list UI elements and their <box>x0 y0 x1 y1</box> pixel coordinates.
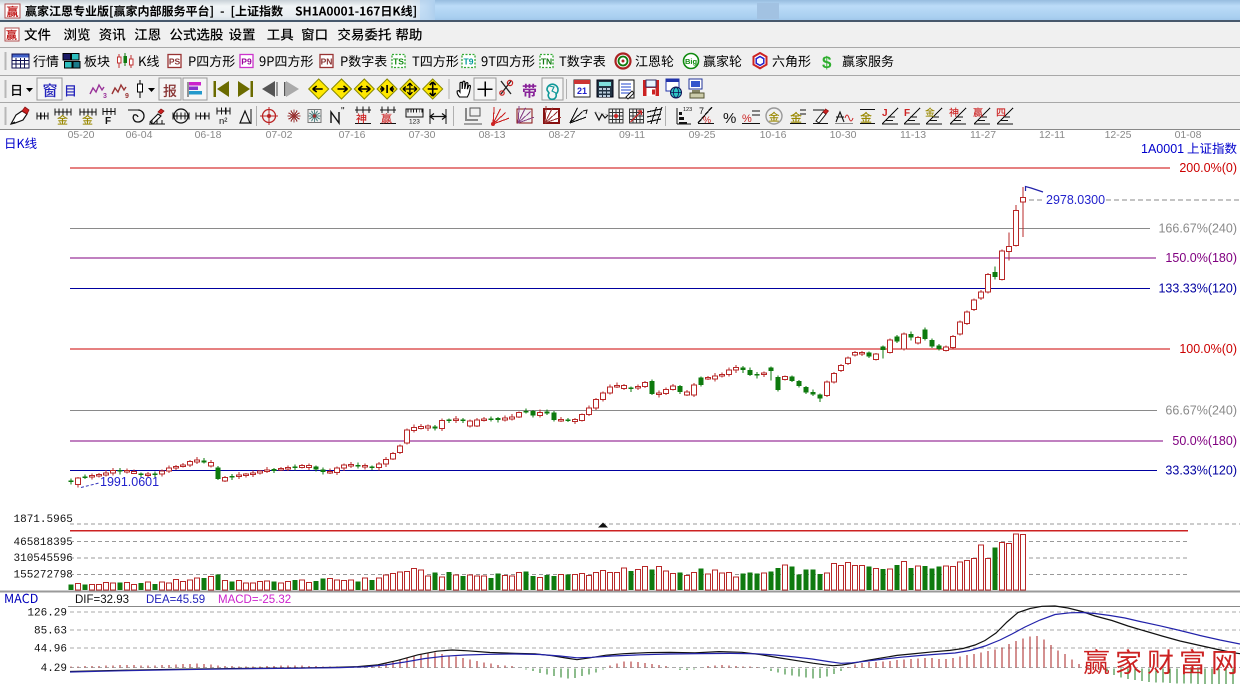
svg-text:07-02: 07-02 <box>266 129 293 141</box>
svg-text:126.29: 126.29 <box>27 608 67 620</box>
svg-text:08-13: 08-13 <box>479 129 506 141</box>
svg-text:T9: T9 <box>464 57 474 67</box>
svg-text:465818395: 465818395 <box>14 537 73 549</box>
svg-text:133.33%(120): 133.33%(120) <box>1158 282 1237 296</box>
svg-text:PN: PN <box>321 57 333 67</box>
svg-text:166.67%(240): 166.67%(240) <box>1158 222 1237 236</box>
svg-text:n²: n² <box>219 116 227 127</box>
svg-text:06-04: 06-04 <box>126 129 153 141</box>
svg-text:1991.0601: 1991.0601 <box>100 475 159 489</box>
svg-text:21: 21 <box>577 86 587 96</box>
svg-text:06-18: 06-18 <box>195 129 222 141</box>
svg-text:12-11: 12-11 <box>1039 129 1065 141</box>
svg-text:F: F <box>105 116 111 127</box>
svg-text:1A0001: 1A0001 <box>1141 142 1184 156</box>
svg-text:TS: TS <box>393 57 404 67</box>
svg-text:MACD=-25.32: MACD=-25.32 <box>218 594 291 606</box>
svg-text:66.67%(240): 66.67%(240) <box>1165 404 1237 418</box>
svg-text:Big: Big <box>685 57 698 66</box>
svg-text:85.63: 85.63 <box>34 626 67 638</box>
svg-text:PS: PS <box>169 57 181 67</box>
svg-text:50.0%(180): 50.0%(180) <box>1172 434 1237 448</box>
svg-text:33.33%(120): 33.33%(120) <box>1165 464 1237 478</box>
svg-text:07-16: 07-16 <box>339 129 366 141</box>
svg-text:F: F <box>904 108 910 119</box>
svg-text:10-30: 10-30 <box>830 129 857 141</box>
svg-text:%: % <box>723 110 736 127</box>
svg-text:08-27: 08-27 <box>549 129 576 141</box>
svg-text:150.0%(180): 150.0%(180) <box>1165 251 1237 265</box>
svg-text:123: 123 <box>409 119 420 126</box>
svg-text:200.0%(0): 200.0%(0) <box>1179 161 1237 175</box>
svg-text:10-16: 10-16 <box>760 129 787 141</box>
svg-text:P9: P9 <box>241 57 252 67</box>
svg-text:123: 123 <box>683 107 692 113</box>
svg-text:1871.5965: 1871.5965 <box>14 514 73 526</box>
svg-text:": " <box>341 106 345 117</box>
svg-text:09-25: 09-25 <box>689 129 716 141</box>
svg-text:11-13: 11-13 <box>900 129 926 141</box>
svg-text:$: $ <box>822 53 832 72</box>
svg-text:9: 9 <box>125 93 129 100</box>
svg-text:05-20: 05-20 <box>68 129 95 141</box>
svg-text:44.96: 44.96 <box>34 644 67 656</box>
svg-text:TN: TN <box>541 57 552 67</box>
svg-text:100.0%(0): 100.0%(0) <box>1179 342 1237 356</box>
svg-text:2978.0300: 2978.0300 <box>1046 193 1105 207</box>
svg-text:09-11: 09-11 <box>619 129 645 141</box>
svg-text:155272798: 155272798 <box>14 570 73 582</box>
svg-text:12-25: 12-25 <box>1105 129 1132 141</box>
svg-text:11-27: 11-27 <box>970 129 996 141</box>
svg-text:3: 3 <box>103 93 107 100</box>
svg-text:07-30: 07-30 <box>409 129 436 141</box>
svg-text:DIF=32.93: DIF=32.93 <box>75 594 129 606</box>
svg-text:4.29: 4.29 <box>41 663 67 675</box>
svg-text:310545596: 310545596 <box>14 553 73 565</box>
svg-text:J: J <box>882 108 888 119</box>
svg-text:01-08: 01-08 <box>1175 129 1202 141</box>
svg-text:DEA=45.59: DEA=45.59 <box>146 594 205 606</box>
